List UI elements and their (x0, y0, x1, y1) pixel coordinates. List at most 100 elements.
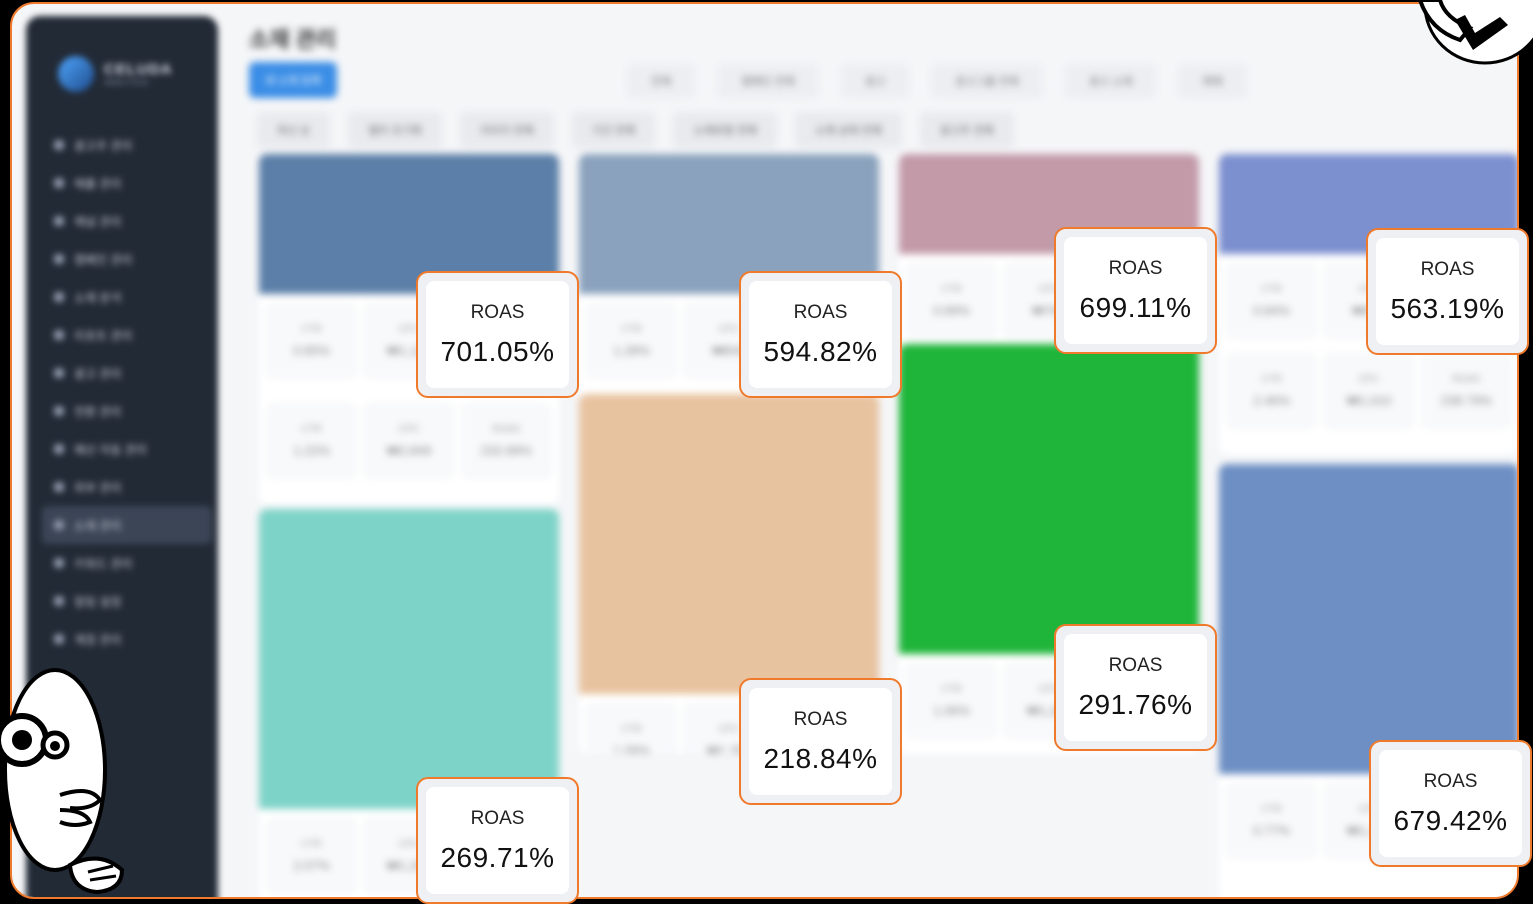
roas-badge: ROAS 679.42% (1369, 740, 1532, 867)
roas-value: 291.76% (1078, 688, 1193, 720)
sidebar-item[interactable]: 외부 관리 (42, 468, 212, 506)
roas-label: ROAS (1108, 257, 1163, 279)
metric-value: 232.89% (480, 443, 532, 458)
sidebar-item[interactable]: 예산 자동 관리 (42, 430, 212, 468)
metric-cell: CTR 1.28% (587, 304, 677, 378)
creative-card[interactable]: CTR 1.22% CPC ₩2,849 ROAS 232.89% (259, 394, 559, 504)
filter-select[interactable]: 광고 소재 (1064, 64, 1157, 98)
filter-chip[interactable]: 소재유형 전체 (673, 112, 778, 148)
roas-value: 594.82% (763, 335, 878, 367)
roas-badge: ROAS 701.05% (416, 271, 579, 398)
metric-value: 1.06% (933, 703, 971, 718)
sidebar-item[interactable]: 캠페인 관리 (42, 240, 212, 278)
menu-icon (54, 178, 64, 188)
logo-text: CELUDA (104, 61, 173, 78)
metric-cell: CTR 0.84% (1227, 264, 1317, 338)
metric-label: CPC (1358, 374, 1380, 385)
filter-select[interactable]: 전체 (627, 64, 696, 98)
metric-row: CTR 1.22% CPC ₩2,849 ROAS 232.89% (267, 404, 551, 478)
peace-hand-icon (1417, 0, 1533, 65)
roas-value: 701.05% (440, 335, 555, 367)
metric-cell: CPC ₩2,849 (364, 404, 454, 478)
sidebar-item[interactable]: 채널 관리 (42, 202, 212, 240)
sidebar-item[interactable]: 소재 관리 (42, 506, 212, 544)
sidebar-item-label: 키워드 관리 (74, 556, 133, 571)
menu-icon (54, 520, 64, 530)
filter-chip[interactable]: 광고주 전체 (919, 112, 1014, 148)
metric-label: CTR (941, 684, 962, 695)
sidebar-item-label: 광고 관리 (74, 366, 122, 381)
sidebar-item[interactable]: 광고주 관리 (42, 126, 212, 164)
creative-card[interactable]: CTR 2.46% CPC ₩1,010 ROAS 238.79% (1219, 344, 1517, 454)
roas-badge: ROAS 594.82% (739, 271, 902, 398)
page-title: 소재 관리 (249, 27, 337, 52)
roas-label: ROAS (1420, 258, 1475, 280)
menu-icon (54, 634, 64, 644)
roas-badge-inner: ROAS 594.82% (749, 281, 892, 388)
metric-value: 0.85% (293, 343, 331, 358)
primary-button[interactable]: 새 소재 등록 (249, 62, 337, 98)
menu-icon (54, 444, 64, 454)
metric-cell: CPC ₩1,010 (1324, 354, 1414, 428)
sidebar-item[interactable]: 키워드 관리 (42, 544, 212, 582)
roas-badge-inner: ROAS 563.19% (1376, 238, 1519, 345)
sidebar-item-label: 캠페인 관리 (74, 252, 133, 267)
filter-select[interactable]: 광고 (840, 64, 910, 98)
sidebar-item[interactable]: 전환 관리 (42, 392, 212, 430)
sidebar-nav: 광고주 관리매출 관리채널 관리캠페인 관리소재 분석 리포트 관리광고 관리전환… (42, 126, 212, 658)
roas-badge-inner: ROAS 699.11% (1064, 237, 1207, 344)
metric-label: CTR (301, 424, 322, 435)
logo: CELUDA ANALYTICS (58, 56, 173, 92)
sidebar-item-label: 광고주 관리 (74, 138, 133, 153)
metric-value: 0.77% (1253, 823, 1291, 838)
filter-select[interactable]: 광고그룹 전체 (931, 64, 1043, 98)
metric-label: ROAS (1452, 374, 1481, 385)
sidebar-item[interactable]: 계정 관리 (42, 620, 212, 658)
sidebar-item[interactable]: 광고 관리 (42, 354, 212, 392)
sidebar-item-label: 예산 자동 관리 (74, 442, 147, 457)
filter-chip[interactable]: 필터 초기화 (348, 112, 443, 148)
metric-cell: CTR 2.46% (1227, 354, 1317, 428)
filter-select[interactable]: 캠페인 전체 (717, 64, 819, 98)
metric-value: ₩2,849 (386, 443, 432, 458)
roas-badge: ROAS 218.84% (739, 678, 902, 805)
sidebar-item[interactable]: 매출 관리 (42, 164, 212, 202)
creative-image (1219, 464, 1517, 774)
sidebar-item[interactable]: 소재 분석 (42, 278, 212, 316)
menu-icon (54, 254, 64, 264)
sidebar-item-label: 알림 설정 (74, 594, 122, 609)
metric-cell: CTR 0.77% (1227, 784, 1317, 858)
roas-badge: ROAS 291.76% (1054, 624, 1217, 751)
metric-value: 1.22% (293, 443, 331, 458)
metric-cell: ROAS 232.89% (461, 404, 551, 478)
metric-cell: CTR 0.89% (907, 264, 997, 338)
creative-image (899, 344, 1199, 654)
sidebar-item-label: 소재 관리 (74, 518, 122, 533)
metric-value: 0.89% (933, 303, 971, 318)
metric-label: CTR (301, 324, 322, 335)
metric-value: 1.08% (613, 743, 651, 754)
metric-value: 0.84% (1253, 303, 1291, 318)
metric-label: CPC (718, 724, 740, 735)
filter-chip[interactable]: 소재 상태 전체 (795, 112, 902, 148)
roas-badge: ROAS 563.19% (1366, 228, 1529, 355)
magnifier-mascot-icon (0, 668, 125, 895)
sidebar-item[interactable]: 알림 설정 (42, 582, 212, 620)
sidebar-item-label: 매출 관리 (74, 176, 122, 191)
roas-label: ROAS (1108, 654, 1163, 676)
roas-badge-inner: ROAS 679.42% (1379, 750, 1522, 857)
metric-value: ₩1,010 (1346, 393, 1392, 408)
sidebar-item[interactable]: 리포트 관리 (42, 316, 212, 354)
menu-icon (54, 406, 64, 416)
filter-chip[interactable]: 이미지 전체 (460, 112, 554, 148)
metric-label: CTR (1261, 284, 1282, 295)
sidebar-item-label: 계정 관리 (74, 632, 122, 647)
filter-select[interactable]: 매체 (1178, 64, 1247, 98)
metric-cell: CTR 2.07% (267, 819, 357, 893)
metric-value: 2.46% (1253, 393, 1291, 408)
menu-icon (54, 368, 64, 378)
filter-chip[interactable]: 최신 순 (257, 112, 331, 148)
filter-chip[interactable]: 기간 전체 (571, 112, 656, 148)
menu-icon (54, 482, 64, 492)
menu-icon (54, 596, 64, 606)
